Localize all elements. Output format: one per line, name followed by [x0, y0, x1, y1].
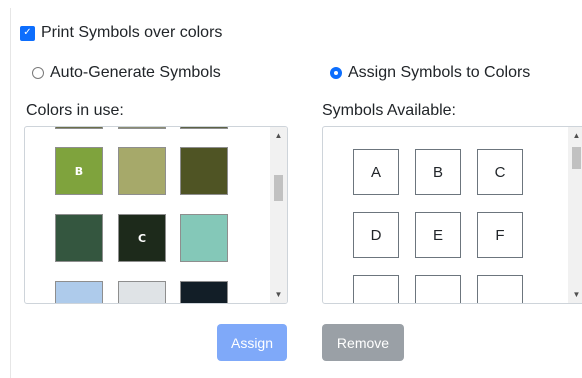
scroll-thumb[interactable] — [274, 175, 283, 201]
colors-in-use-label: Colors in use: — [26, 102, 124, 119]
symbol-tile[interactable]: A — [353, 149, 399, 195]
assign-button[interactable]: Assign — [217, 324, 287, 361]
color-swatch[interactable] — [180, 127, 228, 129]
scroll-up-arrow-icon[interactable]: ▲ — [270, 127, 287, 144]
auto-generate-option[interactable]: Auto-Generate Symbols — [32, 64, 221, 82]
symbol-tile[interactable]: D — [353, 212, 399, 258]
color-swatch[interactable] — [180, 214, 228, 262]
color-swatch[interactable] — [55, 214, 103, 262]
swatch-symbol-label: C — [137, 231, 147, 245]
assign-symbols-label: Assign Symbols to Colors — [348, 64, 531, 81]
color-swatch[interactable]: B — [55, 147, 103, 195]
print-symbols-option[interactable]: ✓ Print Symbols over colors — [20, 24, 222, 42]
scroll-thumb[interactable] — [572, 147, 581, 169]
symbol-tile[interactable]: H — [415, 275, 461, 304]
auto-generate-radio[interactable] — [32, 67, 44, 79]
assign-symbols-radio[interactable] — [330, 67, 342, 79]
assign-symbols-option[interactable]: Assign Symbols to Colors — [330, 64, 530, 82]
symbol-tile-label: B — [432, 163, 443, 181]
color-swatch[interactable] — [55, 127, 103, 129]
symbol-tile-label: D — [370, 226, 382, 244]
symbol-tile-label: F — [495, 226, 505, 244]
symbol-tile[interactable]: G — [353, 275, 399, 304]
print-symbols-label: Print Symbols over colors — [41, 24, 223, 41]
symbol-tile-label: C — [494, 163, 506, 181]
symbol-tile[interactable]: F — [477, 212, 523, 258]
color-swatch[interactable]: D — [180, 281, 228, 303]
color-swatch[interactable] — [180, 147, 228, 195]
symbols-available-label: Symbols Available: — [322, 102, 456, 119]
colors-list[interactable]: D C B ▲ ▼ — [24, 126, 288, 304]
color-swatch[interactable]: C — [118, 214, 166, 262]
color-swatch[interactable] — [118, 127, 166, 129]
swatch-symbol-label: B — [74, 164, 84, 178]
color-swatch[interactable] — [118, 147, 166, 195]
symbols-scrollbar[interactable]: ▲ ▼ — [568, 127, 582, 303]
auto-generate-label: Auto-Generate Symbols — [50, 64, 221, 81]
symbol-tile[interactable]: B — [415, 149, 461, 195]
symbols-list[interactable]: I H G F E D C B A ▲ ▼ — [322, 126, 582, 304]
symbol-tile-label: A — [370, 163, 381, 181]
color-swatch[interactable] — [55, 281, 103, 303]
symbol-tile-label: H — [433, 301, 444, 304]
symbol-tile-label: I — [498, 301, 502, 304]
symbol-tile[interactable]: I — [477, 275, 523, 304]
scroll-down-arrow-icon[interactable]: ▼ — [270, 286, 287, 303]
symbol-tile[interactable]: C — [477, 149, 523, 195]
symbol-tile-label: E — [432, 226, 443, 244]
colors-scrollbar[interactable]: ▲ ▼ — [270, 127, 287, 303]
print-symbols-checkbox[interactable]: ✓ — [20, 25, 35, 41]
color-swatch[interactable] — [118, 281, 166, 303]
scroll-down-arrow-icon[interactable]: ▼ — [568, 286, 582, 303]
symbol-tile-label: G — [370, 301, 382, 304]
scroll-up-arrow-icon[interactable]: ▲ — [568, 127, 582, 144]
remove-button[interactable]: Remove — [322, 324, 404, 361]
symbol-tile[interactable]: E — [415, 212, 461, 258]
